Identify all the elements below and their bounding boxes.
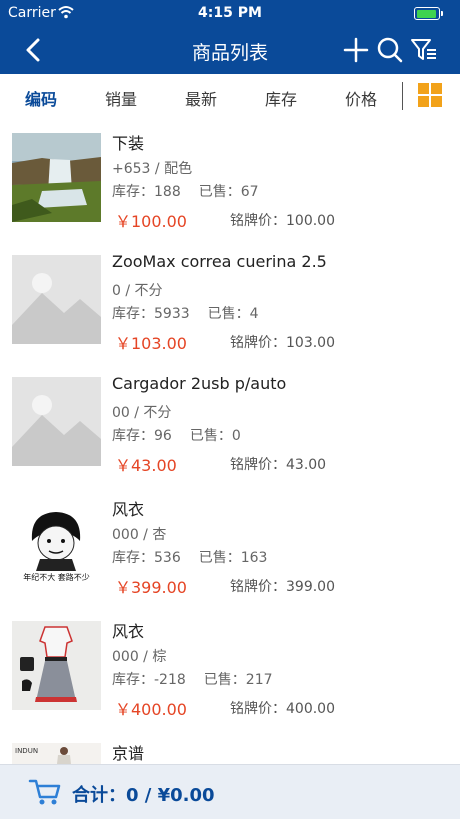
grid-view-icon[interactable] <box>418 83 442 107</box>
meme-caption: 年纪不大 套路不少 <box>23 573 90 582</box>
brand-price: 铭牌价：400.00 <box>230 701 335 717</box>
cart-summary-bar: 合计：0 / ¥0.00 <box>0 764 460 819</box>
brand-price: 铭牌价：100.00 <box>230 213 335 229</box>
sort-bar: 编码 销量 最新 库存 价格 <box>0 74 460 119</box>
product-code: 00 / 不分 <box>112 405 172 421</box>
product-row[interactable]: 下装 +653 / 配色 库存：188 已售：67 ￥100.00 铭牌价：100… <box>0 118 460 241</box>
sold-value: 已售：4 <box>207 306 259 322</box>
product-name: 风衣 <box>112 622 145 641</box>
product-list: 下装 +653 / 配色 库存：188 已售：67 ￥100.00 铭牌价：100… <box>0 118 460 764</box>
model-photo-image <box>57 747 71 764</box>
sold-value: 已售：67 <box>198 184 259 200</box>
product-price: ￥43.00 <box>115 456 177 475</box>
product-thumbnail: INDUN <box>12 743 101 764</box>
product-thumbnail: 年纪不大 套路不少 <box>12 499 101 588</box>
sort-tab-code[interactable]: 编码 <box>25 86 57 110</box>
product-price: ￥100.00 <box>115 212 187 231</box>
brand-price: 铭牌价：43.00 <box>230 457 327 473</box>
product-name: 京谱 <box>112 744 145 763</box>
total-label: 合计： <box>72 785 126 806</box>
product-stock: 库存：96 已售：0 <box>112 425 241 445</box>
product-name: 风衣 <box>112 500 145 519</box>
sold-value: 已售：217 <box>203 672 273 688</box>
product-price: ￥399.00 <box>115 578 187 597</box>
sold-value: 已售：163 <box>198 550 268 566</box>
battery-icon <box>414 7 443 20</box>
stock-value: 库存：5933 <box>112 306 190 322</box>
product-name: 下装 <box>112 134 145 153</box>
product-row[interactable]: INDUN 京谱 <box>0 728 460 764</box>
product-code: 000 / 杏 <box>112 527 167 543</box>
placeholder-image-icon <box>12 255 101 344</box>
search-button[interactable] <box>376 36 404 64</box>
product-thumbnail <box>12 133 101 222</box>
product-name: ZooMax correa cuerina 2.5 <box>112 252 327 271</box>
product-name: Cargador 2usb p/auto <box>112 374 287 393</box>
product-thumbnail <box>12 621 101 710</box>
cart-total: 合计：0 / ¥0.00 <box>72 781 215 807</box>
product-row[interactable]: ZooMax correa cuerina 2.5 0 / 不分 库存：5933… <box>0 240 460 363</box>
brand-price: 铭牌价：103.00 <box>230 335 335 351</box>
product-row[interactable]: Cargador 2usb p/auto 00 / 不分 库存：96 已售：0 ￥… <box>0 362 460 485</box>
stock-value: 库存：96 <box>112 428 172 444</box>
divider <box>402 82 403 110</box>
product-row[interactable]: 年纪不大 套路不少 风衣 000 / 杏 库存：536 已售：163 ￥399.0… <box>0 484 460 607</box>
total-value: 0 / ¥0.00 <box>126 785 215 806</box>
product-price: ￥103.00 <box>115 334 187 353</box>
stock-value: 库存：188 <box>112 184 181 200</box>
status-time: 4:15 PM <box>198 5 262 21</box>
product-code: +653 / 配色 <box>112 161 193 177</box>
product-price: ￥400.00 <box>115 700 187 719</box>
stock-value: 库存：-218 <box>112 672 186 688</box>
sort-tab-stock[interactable]: 库存 <box>265 86 297 110</box>
brand-price: 铭牌价：399.00 <box>230 579 335 595</box>
product-code: 000 / 棕 <box>112 649 167 665</box>
product-stock: 库存：188 已售：67 <box>112 181 259 201</box>
stock-value: 库存：536 <box>112 550 181 566</box>
sort-tab-newest[interactable]: 最新 <box>185 86 217 110</box>
cart-icon[interactable] <box>28 777 62 807</box>
sort-tab-sales[interactable]: 销量 <box>105 86 137 110</box>
placeholder-image-icon <box>12 377 101 466</box>
product-row[interactable]: 风衣 000 / 棕 库存：-218 已售：217 ￥400.00 铭牌价：400… <box>0 606 460 729</box>
product-stock: 库存：536 已售：163 <box>112 547 267 567</box>
sold-value: 已售：0 <box>189 428 241 444</box>
filter-button[interactable] <box>410 36 438 64</box>
nav-bar: 商品列表 <box>0 26 460 74</box>
product-stock: 库存：5933 已售：4 <box>112 303 259 323</box>
product-stock: 库存：-218 已售：217 <box>112 669 273 689</box>
product-code: 0 / 不分 <box>112 283 163 299</box>
sort-tab-price[interactable]: 价格 <box>345 86 377 110</box>
add-button[interactable] <box>342 36 370 64</box>
status-bar: Carrier 4:15 PM <box>0 0 460 26</box>
